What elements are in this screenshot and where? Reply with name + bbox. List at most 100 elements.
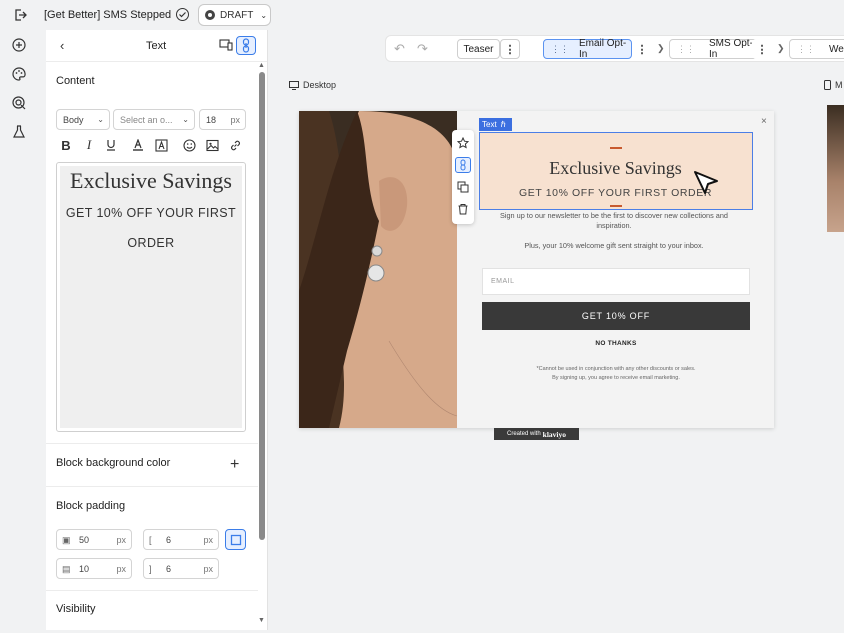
- panel-scrollbar[interactable]: [259, 72, 265, 540]
- step-wedding[interactable]: ⋮⋮ Weddi: [789, 39, 844, 59]
- font-family-select[interactable]: Select an o... ⌄: [113, 109, 195, 130]
- step-teaser-label: Teaser: [463, 43, 494, 55]
- badge-brand: klaviyo: [542, 429, 567, 439]
- cta-button[interactable]: GET 10% OFF: [482, 302, 750, 330]
- star-icon[interactable]: [455, 135, 471, 151]
- add-icon[interactable]: [11, 37, 27, 53]
- padding-left-input[interactable]: ▣ 50 px: [56, 529, 132, 550]
- emoji-icon[interactable]: [182, 138, 196, 152]
- step-email-optin[interactable]: ⋮⋮ Email Opt-In: [543, 38, 632, 60]
- underline-icon[interactable]: [104, 138, 118, 152]
- padding-left-icon: ▣: [62, 535, 71, 545]
- model-photo: [299, 111, 457, 428]
- link-icon[interactable]: [236, 36, 256, 55]
- add-background-icon[interactable]: +: [230, 456, 239, 474]
- status-dropdown[interactable]: DRAFT ⌄: [198, 4, 271, 26]
- block-background-label: Block background color: [56, 457, 171, 469]
- chevron-down-icon: ⌄: [97, 115, 104, 124]
- scroll-up-icon[interactable]: ▲: [258, 62, 265, 69]
- chevron-right-icon: ❯: [777, 43, 785, 53]
- chevron-down-icon: ⌄: [260, 10, 268, 20]
- step-teaser[interactable]: Teaser: [457, 39, 500, 59]
- mouse-cursor-icon: [693, 170, 719, 199]
- editor-content[interactable]: Exclusive Savings GET 10% OFF YOUR FIRST…: [60, 166, 242, 428]
- drag-handle-icon: ⋮⋮: [797, 43, 815, 54]
- teaser-more-icon[interactable]: ⋮: [500, 39, 520, 59]
- text-style-value: Body: [63, 114, 84, 125]
- back-chevron-icon[interactable]: ‹: [60, 38, 64, 53]
- panel-title: Text: [146, 40, 167, 52]
- bold-icon[interactable]: B: [59, 138, 73, 153]
- mobile-label-text: M: [835, 80, 843, 90]
- block-toolbar: [452, 130, 474, 224]
- padding-bottom-icon: ▤: [62, 564, 71, 574]
- padding-bottom-input[interactable]: ▤ 10 px: [56, 558, 132, 579]
- text-highlight-icon[interactable]: [154, 138, 168, 152]
- scroll-down-icon[interactable]: ▼: [258, 617, 265, 624]
- link-icon[interactable]: [455, 157, 471, 173]
- no-thanks-link[interactable]: NO THANKS: [482, 340, 750, 347]
- padding-right-input[interactable]: [ 6 px: [143, 529, 219, 550]
- email-input[interactable]: EMAIL: [482, 268, 750, 295]
- drag-handle-icon: ⋮⋮: [677, 43, 695, 54]
- desktop-view-label: Desktop: [289, 80, 336, 90]
- popup-description-2: Plus, your 10% welcome gift sent straigh…: [524, 241, 704, 250]
- link-icon[interactable]: [228, 138, 242, 152]
- sms-optin-more-icon[interactable]: ⋮: [752, 39, 772, 59]
- mobile-preview-image: [827, 105, 844, 232]
- italic-icon[interactable]: I: [82, 137, 96, 152]
- klaviyo-badge: Created with klaviyo: [494, 428, 579, 440]
- image-icon[interactable]: [205, 138, 219, 152]
- padding-link-toggle[interactable]: [225, 529, 246, 550]
- duplicate-icon[interactable]: [455, 179, 471, 195]
- flask-icon[interactable]: [11, 124, 27, 140]
- block-padding-label: Block padding: [56, 500, 126, 512]
- text-block-tag: Text ℏ: [479, 118, 512, 131]
- padding-right-value: 6: [166, 535, 172, 545]
- desktop-label-text: Desktop: [303, 80, 337, 90]
- content-label: Content: [56, 75, 95, 87]
- padding-bottom-value: 10: [79, 564, 90, 574]
- target-icon[interactable]: [11, 95, 27, 111]
- desktop-icon: [289, 80, 299, 90]
- padding-left-value: 50: [79, 535, 90, 545]
- step-sms-optin[interactable]: ⋮⋮ SMS Opt-In: [669, 38, 758, 60]
- check-circle-icon[interactable]: [176, 8, 189, 21]
- fine-print-1: *Cannot be used in conjunction with any …: [536, 366, 696, 372]
- step-email-optin-label: Email Opt-In: [579, 38, 627, 60]
- redo-icon[interactable]: ↷: [417, 41, 428, 57]
- editor-title-text: Exclusive Savings: [70, 168, 232, 193]
- text-color-icon[interactable]: [131, 138, 145, 152]
- rich-text-editor[interactable]: Exclusive Savings GET 10% OFF YOUR FIRST…: [56, 162, 246, 432]
- mobile-icon: [824, 80, 831, 90]
- padding-unit: px: [203, 535, 213, 545]
- block-bottom-handle[interactable]: [610, 205, 622, 207]
- exit-icon[interactable]: [12, 7, 28, 23]
- padding-top-input[interactable]: ] 6 px: [143, 558, 219, 579]
- padding-all-icon: [230, 534, 241, 545]
- fine-print-2: By signing up, you agree to receive emai…: [552, 375, 680, 381]
- email-optin-more-icon[interactable]: ⋮: [632, 39, 652, 59]
- visibility-label: Visibility: [56, 603, 96, 615]
- step-navigation: ↶ ↷ Teaser ⋮ ⋮⋮ Email Opt-In ⋮ ❯ ⋮⋮ SMS …: [385, 35, 844, 62]
- trash-icon[interactable]: [455, 201, 471, 217]
- padding-unit: px: [116, 564, 126, 574]
- font-size-input[interactable]: 18 px: [199, 109, 246, 130]
- palette-icon[interactable]: [11, 66, 27, 82]
- divider: [46, 590, 258, 591]
- block-top-handle[interactable]: [610, 147, 622, 149]
- divider: [46, 486, 258, 487]
- undo-icon[interactable]: ↶: [394, 41, 405, 57]
- draft-status-icon: [205, 10, 215, 20]
- link-icon: ℏ: [500, 120, 506, 129]
- campaign-title[interactable]: [Get Better] SMS Stepped: [44, 9, 171, 21]
- step-wedding-label: Weddi: [829, 43, 844, 55]
- mobile-view-label: M: [824, 80, 843, 90]
- padding-unit: px: [203, 564, 213, 574]
- popup-close-icon[interactable]: ×: [761, 116, 767, 127]
- panel-header: ‹ Text: [46, 30, 267, 62]
- properties-panel: ‹ Text Content Body ⌄ Select an o... ⌄ 1…: [46, 30, 268, 630]
- devices-icon[interactable]: [219, 38, 233, 52]
- text-block-tag-label: Text: [482, 120, 497, 129]
- text-style-select[interactable]: Body ⌄: [56, 109, 110, 130]
